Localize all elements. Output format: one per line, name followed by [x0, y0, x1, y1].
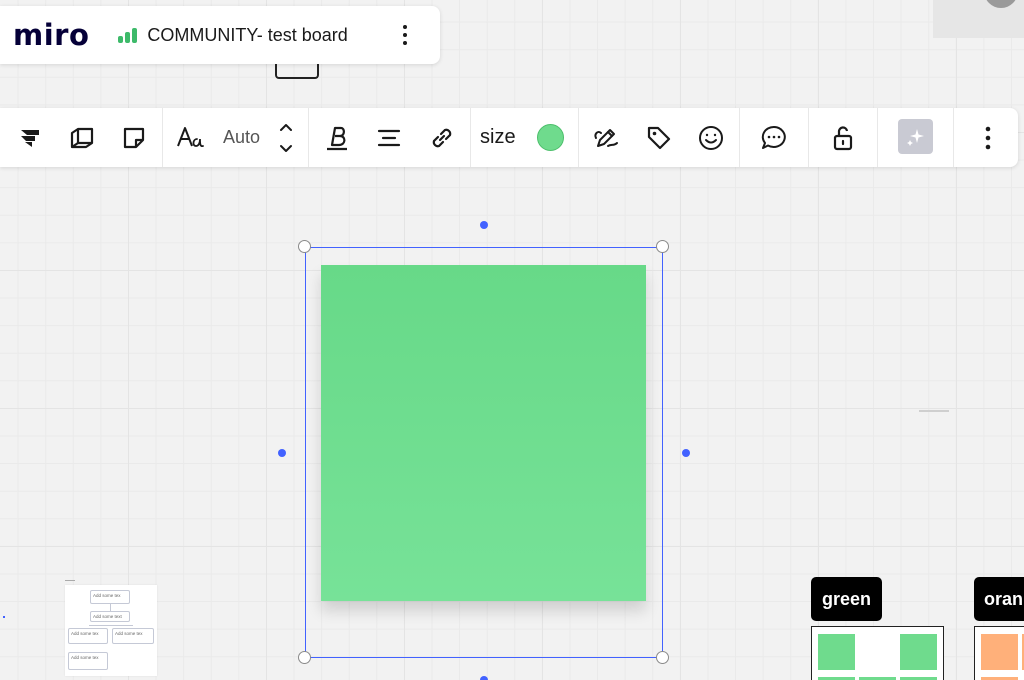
connector-dot-right[interactable] [682, 449, 690, 457]
size-button[interactable]: size [480, 108, 516, 167]
align-button[interactable] [374, 108, 404, 167]
unlock-icon [833, 125, 853, 150]
mini-diagram-frame[interactable]: Add some tex Add some text Add some tex … [65, 585, 157, 676]
resize-handle-bottom-left[interactable] [298, 651, 311, 664]
pen-icon [594, 128, 618, 147]
link-icon [432, 128, 452, 147]
font-size-value[interactable]: Auto [223, 108, 260, 167]
color-picker-swatch[interactable] [537, 124, 564, 151]
board-menu-button[interactable] [395, 20, 415, 50]
canvas-frame-shape[interactable] [275, 64, 319, 79]
text-style-icon [177, 126, 204, 147]
mini-diagram-line [89, 625, 133, 626]
sticky-note-button[interactable] [118, 108, 150, 167]
more-vertical-icon [403, 25, 407, 29]
miro-logo[interactable]: miro [13, 18, 89, 52]
align-center-icon [377, 129, 401, 146]
bold-button[interactable] [322, 108, 352, 167]
link-button[interactable] [426, 108, 458, 167]
connector-dot-left[interactable] [278, 449, 286, 457]
toolbar-divider [470, 108, 471, 167]
toolbar-divider [953, 108, 954, 167]
canvas-dot [3, 616, 5, 618]
mini-diagram-node: Add some text [90, 611, 130, 622]
green-sticky-swatch[interactable] [900, 634, 937, 670]
mini-diagram-line [110, 604, 111, 611]
orange-tag[interactable]: oran [974, 577, 1024, 621]
mini-diagram-node: Add some tex [68, 652, 108, 670]
pen-button[interactable] [590, 108, 622, 167]
resize-handle-bottom-right[interactable] [656, 651, 669, 664]
board-title[interactable]: COMMUNITY- test board [147, 25, 347, 46]
toolbar-divider [877, 108, 878, 167]
board-status-icon[interactable] [118, 27, 138, 43]
orange-sticky-swatch[interactable] [981, 634, 1018, 670]
text-style-button[interactable] [174, 108, 206, 167]
resize-handle-top-right[interactable] [656, 240, 669, 253]
green-sticky-swatch[interactable] [818, 634, 855, 670]
lock-button[interactable] [828, 108, 858, 167]
resize-handle-top-left[interactable] [298, 240, 311, 253]
canvas-line-shape[interactable] [919, 410, 949, 412]
green-tag[interactable]: green [811, 577, 882, 621]
jira-icon [21, 129, 39, 147]
board-header: miro COMMUNITY- test board [0, 6, 440, 64]
more-options-button[interactable] [975, 108, 1001, 167]
chevron-up-down-icon [280, 123, 292, 152]
mini-diagram-node: Add some tex [112, 628, 154, 644]
connector-dot-top[interactable] [480, 221, 488, 229]
sticky-note-icon [123, 127, 145, 148]
card-button[interactable] [66, 108, 98, 167]
toolbar-divider [308, 108, 309, 167]
bold-icon [327, 126, 347, 150]
selection-box [305, 247, 663, 658]
more-vertical-icon [985, 126, 991, 149]
toolbar-divider [808, 108, 809, 167]
tag-icon [647, 126, 671, 149]
comment-button[interactable] [758, 108, 790, 167]
toolbar-divider [739, 108, 740, 167]
toolbar-divider [162, 108, 163, 167]
mini-diagram-node: Add some tex [90, 590, 130, 604]
connector-dot-bottom[interactable] [480, 676, 488, 680]
jira-button[interactable] [14, 108, 46, 167]
ai-sparkle-icon [906, 128, 924, 146]
canvas-dash [65, 580, 75, 581]
ai-assist-button[interactable] [898, 119, 933, 154]
orange-swatch-frame[interactable] [974, 626, 1024, 680]
tag-button[interactable] [643, 108, 675, 167]
emoji-icon [699, 125, 723, 150]
font-size-stepper[interactable] [276, 108, 296, 167]
mini-diagram-node: Add some tex [68, 628, 108, 644]
green-swatch-frame[interactable] [811, 626, 944, 680]
context-toolbar: Auto size [0, 108, 1018, 167]
comment-icon [761, 125, 786, 149]
card-icon [70, 127, 94, 148]
top-right-panel [933, 0, 1024, 38]
emoji-button[interactable] [695, 108, 727, 167]
toolbar-divider [578, 108, 579, 167]
